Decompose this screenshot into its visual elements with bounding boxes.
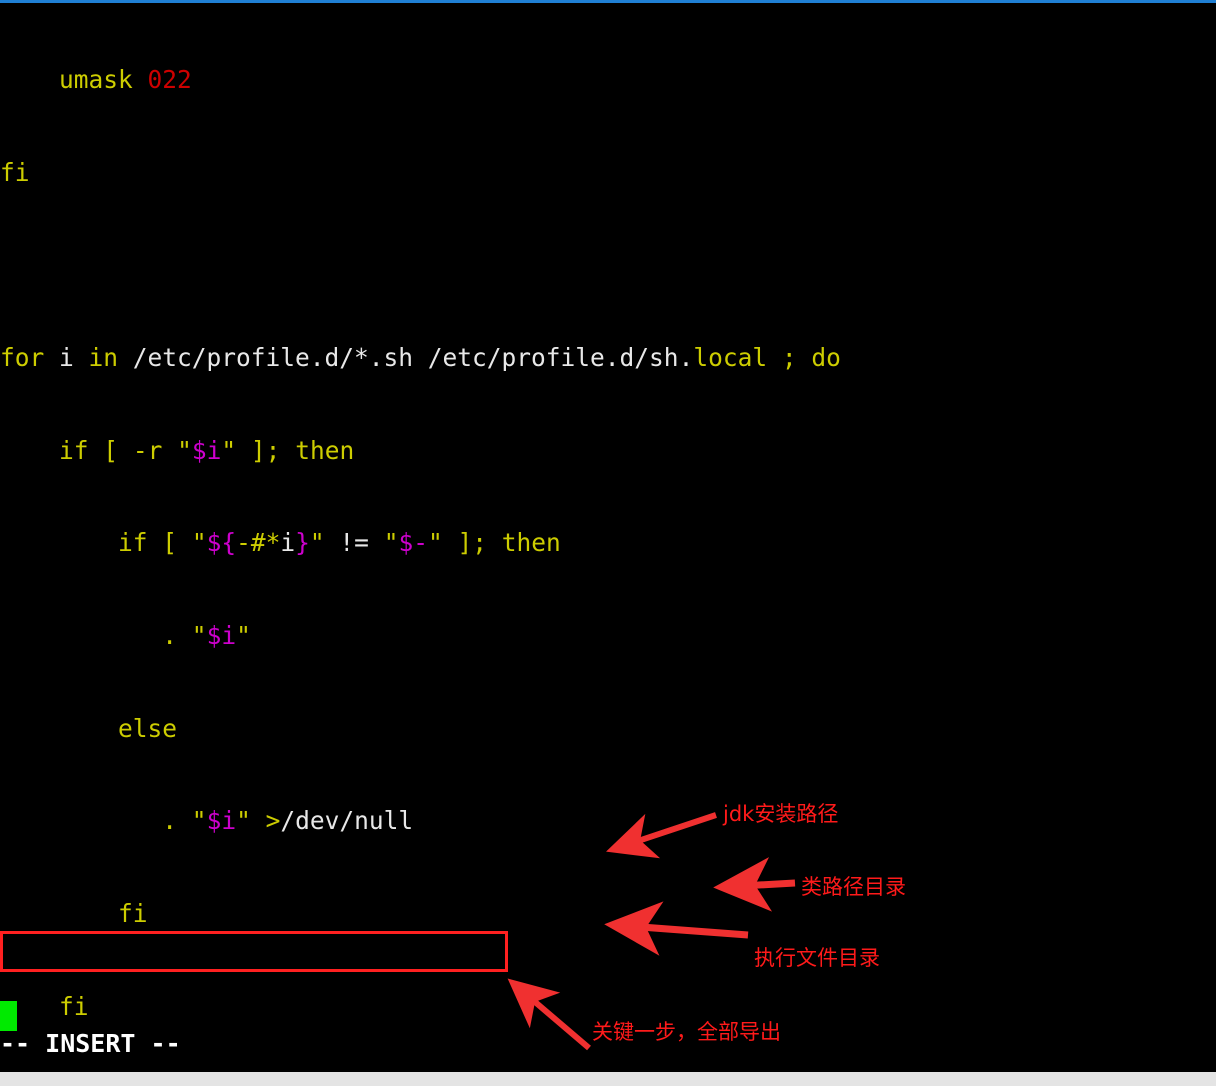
- annotation-label-classpath: 类路径目录: [801, 875, 906, 899]
- code-line: umask 022: [59, 64, 192, 94]
- annotation-label-export: 关键一步，全部导出: [592, 1020, 781, 1044]
- text-cursor: [0, 1001, 17, 1031]
- code-line: . "$i" >/dev/null: [162, 806, 414, 836]
- terminal-text-area[interactable]: umask 022 fi for i in /etc/profile.d/*.s…: [0, 3, 1216, 1086]
- annotation-label-jdk-path: jdk安装路径: [723, 802, 839, 826]
- code-line: if [ "${-#*i}" != "$-" ]; then: [118, 528, 561, 558]
- vim-mode-status: -- INSERT --: [0, 1029, 181, 1058]
- code-line: . "$i": [162, 621, 251, 651]
- code-line: for i in /etc/profile.d/*.sh /etc/profil…: [0, 342, 841, 372]
- export-line-highlight-box: [0, 931, 508, 972]
- code-line: fi: [118, 899, 148, 929]
- code-line: if [ -r "$i" ]; then: [59, 435, 355, 465]
- annotation-label-exec-path: 执行文件目录: [754, 946, 880, 970]
- terminal-screen: umask 022 fi for i in /etc/profile.d/*.s…: [0, 0, 1216, 1086]
- code-line: fi: [0, 157, 30, 187]
- code-line: else: [118, 713, 178, 743]
- window-bottom-bar: [0, 1072, 1216, 1086]
